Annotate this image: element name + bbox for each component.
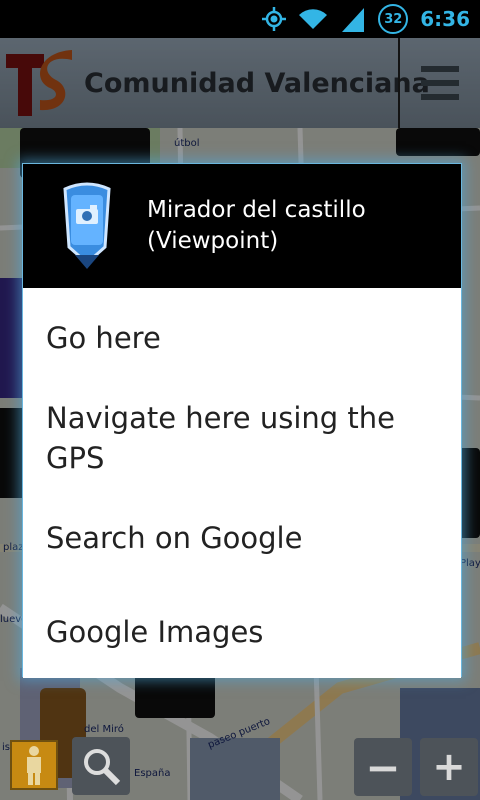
zoom-out-button[interactable]: − bbox=[354, 738, 412, 796]
dialog-menu: Go here Navigate here using the GPS Sear… bbox=[23, 288, 461, 678]
zoom-in-button[interactable]: + bbox=[420, 738, 478, 796]
pedestrian-icon bbox=[27, 746, 41, 785]
dialog-title-name: Mirador del castillo bbox=[147, 197, 366, 223]
status-time: 6:36 bbox=[420, 7, 470, 31]
menu-item-label: Navigate here using the bbox=[46, 401, 396, 435]
battery-level: 32 bbox=[384, 11, 403, 27]
battery-icon: 32 bbox=[378, 4, 409, 34]
menu-item-google-images[interactable]: Google Images bbox=[23, 610, 461, 652]
viewpoint-camera-icon bbox=[63, 182, 111, 269]
status-bar: 32 6:36 bbox=[0, 0, 480, 38]
signal-icon bbox=[342, 8, 365, 32]
menu-item-navigate-gps[interactable]: Navigate here using the GPS bbox=[23, 398, 461, 516]
search-icon bbox=[84, 749, 121, 786]
gps-icon bbox=[262, 7, 287, 31]
dialog-header: Mirador del castillo (Viewpoint) bbox=[23, 164, 461, 288]
menu-item-label: GPS bbox=[46, 441, 105, 475]
context-menu-dialog: Mirador del castillo (Viewpoint) Go here… bbox=[22, 163, 462, 678]
dialog-title: Mirador del castillo (Viewpoint) bbox=[147, 195, 366, 257]
dialog-title-category: (Viewpoint) bbox=[147, 228, 279, 254]
menu-item-go-here[interactable]: Go here bbox=[23, 288, 461, 398]
menu-item-search-google[interactable]: Search on Google bbox=[23, 516, 461, 610]
pedestrian-mode-button[interactable] bbox=[10, 740, 58, 790]
wifi-icon bbox=[299, 9, 328, 29]
map-search-button[interactable] bbox=[72, 737, 130, 795]
